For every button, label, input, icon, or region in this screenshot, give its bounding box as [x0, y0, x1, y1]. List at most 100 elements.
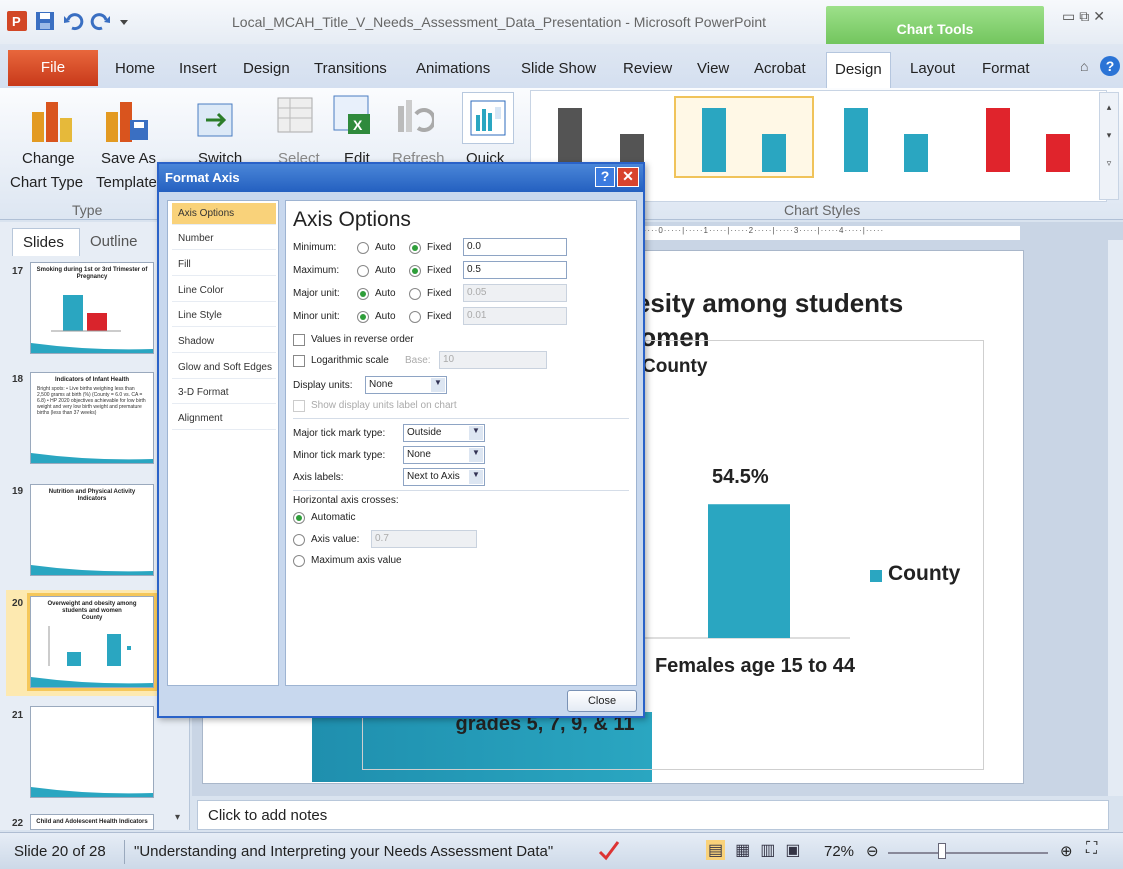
edit-data-icon[interactable]: X	[332, 94, 376, 138]
fit-slide-icon[interactable]: ⛶	[1086, 840, 1097, 858]
tab-chart-format[interactable]: Format	[974, 52, 1038, 88]
minor-unit-input[interactable]: 0.01	[463, 307, 567, 325]
crosses-axis-value-input[interactable]: 0.7	[371, 530, 477, 548]
slide-sorter-icon[interactable]: ▦	[735, 840, 750, 860]
tab-transitions[interactable]: Transitions	[314, 60, 387, 77]
zoom-slider-thumb[interactable]	[938, 843, 946, 859]
major-unit-fixed-radio[interactable]	[409, 288, 421, 300]
zoom-slider-track[interactable]	[888, 852, 1048, 854]
tab-home[interactable]: Home	[115, 60, 155, 77]
styles-gallery-scroll[interactable]: ▴ ▾ ▿	[1099, 92, 1119, 200]
crosses-automatic-radio[interactable]	[293, 512, 305, 524]
nav-number[interactable]: Number	[172, 228, 276, 250]
base-input[interactable]: 10	[439, 351, 547, 369]
panel-scroll-down-icon[interactable]: ▾	[175, 812, 180, 823]
nav-alignment[interactable]: Alignment	[172, 408, 276, 430]
quick-layout-icon[interactable]	[462, 92, 514, 144]
tab-slides[interactable]: Slides	[12, 228, 80, 256]
refresh-data-icon[interactable]	[394, 96, 434, 136]
crosses-max-value-radio[interactable]	[293, 555, 305, 567]
tab-chart-layout[interactable]: Layout	[902, 52, 963, 88]
close-button[interactable]: Close	[567, 690, 637, 712]
slide-thumbnail-17[interactable]: Smoking during 1st or 3rd Trimester of P…	[30, 262, 154, 354]
restore-icon[interactable]: ⧉	[1079, 8, 1089, 25]
save-icon[interactable]	[34, 10, 56, 32]
select-data-icon[interactable]	[276, 96, 316, 136]
chart-style-4[interactable]	[986, 108, 1010, 172]
notes-pane[interactable]: Click to add notes	[197, 800, 1109, 830]
chart-legend[interactable]: County	[888, 562, 960, 586]
display-units-dropdown[interactable]: None ▼	[365, 376, 447, 394]
tab-view[interactable]: View	[697, 60, 729, 77]
nav-fill[interactable]: Fill	[172, 254, 276, 276]
slide-thumbnail-18[interactable]: Indicators of Infant Health Bright spots…	[30, 372, 154, 464]
chart-bar-females[interactable]	[708, 504, 790, 638]
close-window-icon[interactable]: ✕	[1093, 8, 1105, 25]
tab-slide-show[interactable]: Slide Show	[521, 60, 596, 77]
tab-outline[interactable]: Outline	[80, 228, 138, 250]
theme-name[interactable]: "Understanding and Interpreting your Nee…	[134, 843, 553, 860]
major-unit-input[interactable]: 0.05	[463, 284, 567, 302]
zoom-level[interactable]: 72%	[824, 843, 854, 860]
normal-view-icon[interactable]: ▤	[706, 840, 726, 860]
undo-icon[interactable]	[62, 10, 84, 32]
minimum-fixed-radio[interactable]	[409, 242, 421, 254]
minor-unit-auto-radio[interactable]	[357, 311, 369, 323]
nav-shadow[interactable]: Shadow	[172, 331, 276, 353]
save-as-template-label-1[interactable]: Save As	[101, 150, 156, 167]
crosses-axis-value-radio[interactable]	[293, 534, 305, 546]
maximum-fixed-radio[interactable]	[409, 265, 421, 277]
minor-tick-dropdown[interactable]: None ▼	[403, 446, 485, 464]
minimum-value-input[interactable]: 0.0	[463, 238, 567, 256]
spell-check-icon[interactable]	[596, 838, 622, 862]
reading-view-icon[interactable]: ▥	[760, 840, 775, 860]
tab-review[interactable]: Review	[623, 60, 672, 77]
tab-file[interactable]: File	[8, 50, 98, 86]
log-scale-checkbox[interactable]	[293, 355, 305, 367]
window-controls: ▭ ⧉ ✕	[1062, 8, 1105, 25]
slide-thumbnail-19[interactable]: Nutrition and Physical Activity Indicato…	[30, 484, 154, 576]
tab-design[interactable]: Design	[243, 60, 290, 77]
change-chart-type-label-1[interactable]: Change	[22, 150, 75, 167]
nav-line-style[interactable]: Line Style	[172, 305, 276, 327]
nav-glow-soft-edges[interactable]: Glow and Soft Edges	[172, 357, 276, 379]
minimum-auto-radio[interactable]	[357, 242, 369, 254]
powerpoint-logo-icon[interactable]: P	[6, 10, 28, 32]
minor-unit-fixed-radio[interactable]	[409, 311, 421, 323]
change-chart-type-icon[interactable]	[30, 98, 76, 144]
slide-thumbnail-20[interactable]: Overweight and obesity among students an…	[27, 593, 157, 691]
zoom-in-icon[interactable]: ⊕	[1060, 842, 1073, 860]
nav-axis-options[interactable]: Axis Options	[172, 203, 276, 225]
change-chart-type-label-2[interactable]: Chart Type	[10, 174, 83, 191]
tab-chart-design[interactable]: Design	[826, 52, 891, 88]
show-units-checkbox[interactable]	[293, 400, 305, 412]
major-unit-auto-radio[interactable]	[357, 288, 369, 300]
dialog-close-icon[interactable]: ✕	[617, 167, 639, 187]
nav-line-color[interactable]: Line Color	[172, 280, 276, 302]
nav-3d-format[interactable]: 3-D Format	[172, 382, 276, 404]
axis-labels-dropdown[interactable]: Next to Axis ▼	[403, 468, 485, 486]
switch-row-column-icon[interactable]	[196, 100, 236, 140]
dialog-help-icon[interactable]: ?	[595, 167, 615, 187]
reverse-order-checkbox[interactable]	[293, 334, 305, 346]
chart-style-3[interactable]	[844, 108, 868, 172]
chart-style-2-selected[interactable]	[674, 96, 814, 178]
save-as-template-label-2[interactable]: Template	[96, 174, 157, 191]
customize-toolbar-icon[interactable]	[118, 10, 140, 32]
major-tick-dropdown[interactable]: Outside ▼	[403, 424, 485, 442]
maximum-value-input[interactable]: 0.5	[463, 261, 567, 279]
minimize-ribbon-icon[interactable]: ⌂	[1080, 58, 1088, 74]
redo-icon[interactable]	[90, 10, 112, 32]
maximum-auto-radio[interactable]	[357, 265, 369, 277]
save-as-template-icon[interactable]	[104, 98, 150, 144]
slide-thumbnail-21[interactable]	[30, 706, 154, 798]
slide-show-icon[interactable]: ▣	[785, 840, 800, 860]
tab-acrobat[interactable]: Acrobat	[754, 60, 806, 77]
vertical-scrollbar[interactable]	[1108, 240, 1123, 796]
slide-thumbnail-22[interactable]: Child and Adolescent Health Indicators	[30, 814, 154, 830]
tab-insert[interactable]: Insert	[179, 60, 217, 77]
minimize-icon[interactable]: ▭	[1062, 8, 1075, 25]
help-icon[interactable]: ?	[1100, 56, 1120, 76]
tab-animations[interactable]: Animations	[416, 60, 490, 77]
zoom-out-icon[interactable]: ⊖	[866, 842, 879, 860]
